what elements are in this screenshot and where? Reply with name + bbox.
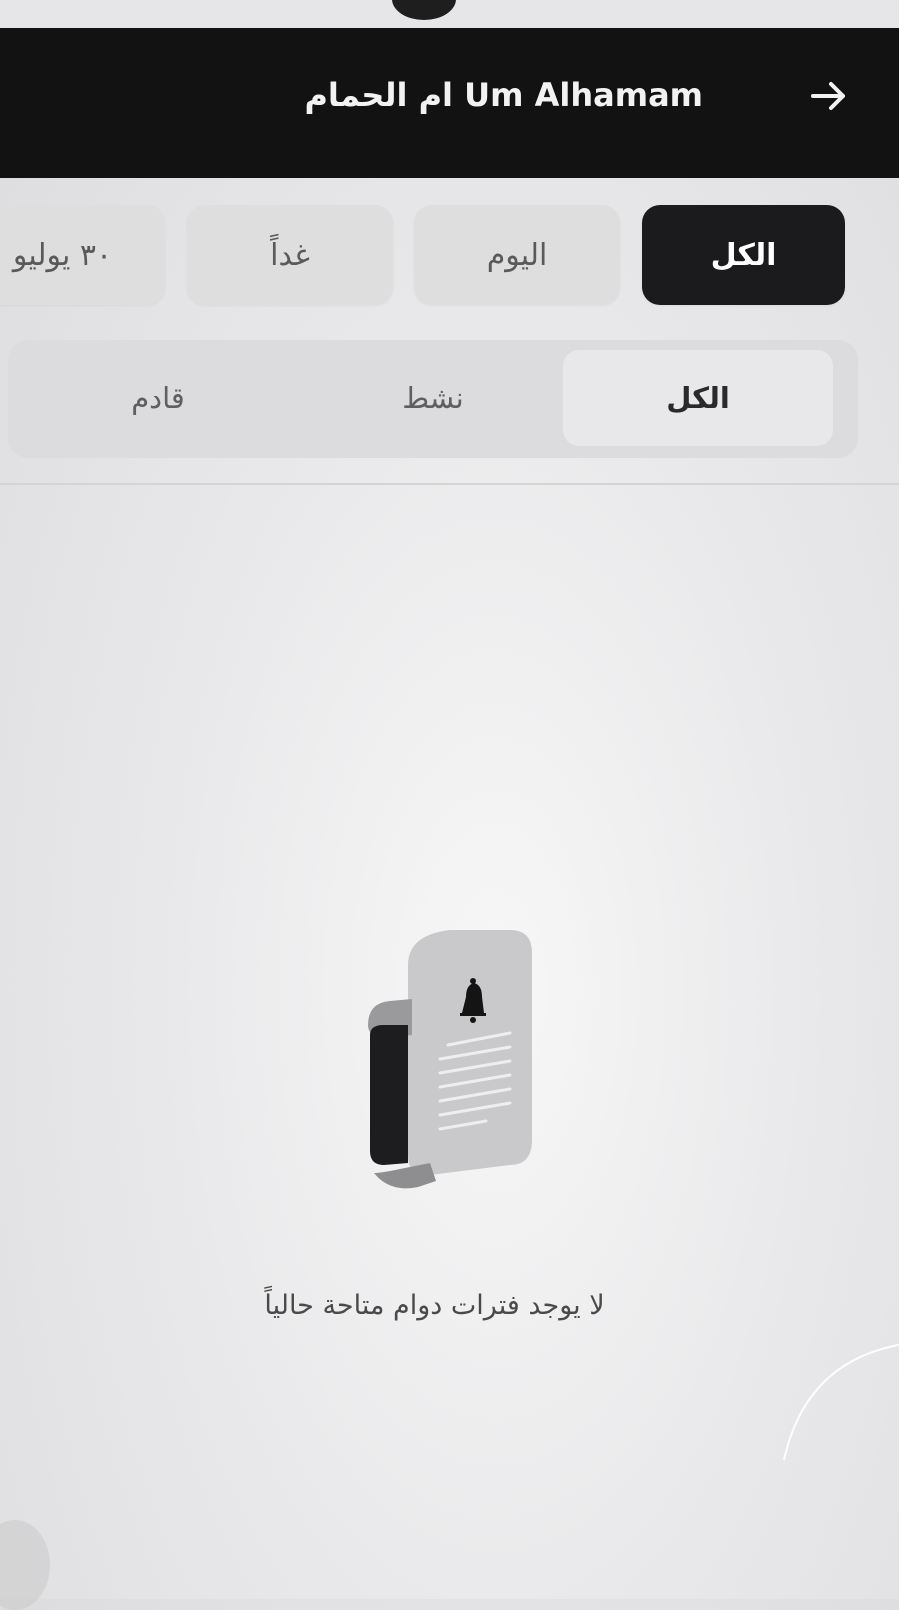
camera-cutout (392, 0, 456, 20)
tab-all[interactable]: الكل (563, 350, 833, 446)
document-bell-icon (368, 930, 532, 1189)
chip-label: غداً (270, 237, 310, 273)
decorative-arc (783, 1343, 899, 1461)
date-filter-row: الكل اليوم غداً ٣٠ يوليو (0, 205, 899, 313)
status-segmented-control: الكل نشط قادم (8, 340, 858, 458)
chip-label: اليوم (486, 237, 548, 273)
status-bar (0, 0, 899, 28)
tab-upcoming[interactable]: قادم (23, 350, 293, 446)
chip-date[interactable]: ٣٠ يوليو (0, 205, 165, 305)
page-title: Um Alhamam ام الحمام (304, 76, 703, 114)
tab-label: قادم (131, 381, 185, 415)
arrow-right-icon (811, 82, 845, 110)
empty-state-message: لا يوجد فترات دوام متاحة حالياً (264, 1290, 605, 1321)
chip-today[interactable]: اليوم (414, 205, 620, 305)
divider (0, 483, 899, 485)
tab-label: نشط (402, 381, 464, 415)
chip-all[interactable]: الكل (642, 205, 845, 305)
back-button[interactable] (805, 72, 853, 120)
empty-state-illustration (360, 925, 540, 1200)
app-header: Um Alhamam ام الحمام (0, 28, 899, 178)
screen-smudge (0, 1520, 50, 1610)
chip-label: الكل (710, 237, 777, 273)
chip-label: ٣٠ يوليو (12, 237, 113, 273)
tab-active[interactable]: نشط (298, 350, 568, 446)
chip-tomorrow[interactable]: غداً (187, 205, 393, 305)
tab-label: الكل (666, 381, 730, 415)
